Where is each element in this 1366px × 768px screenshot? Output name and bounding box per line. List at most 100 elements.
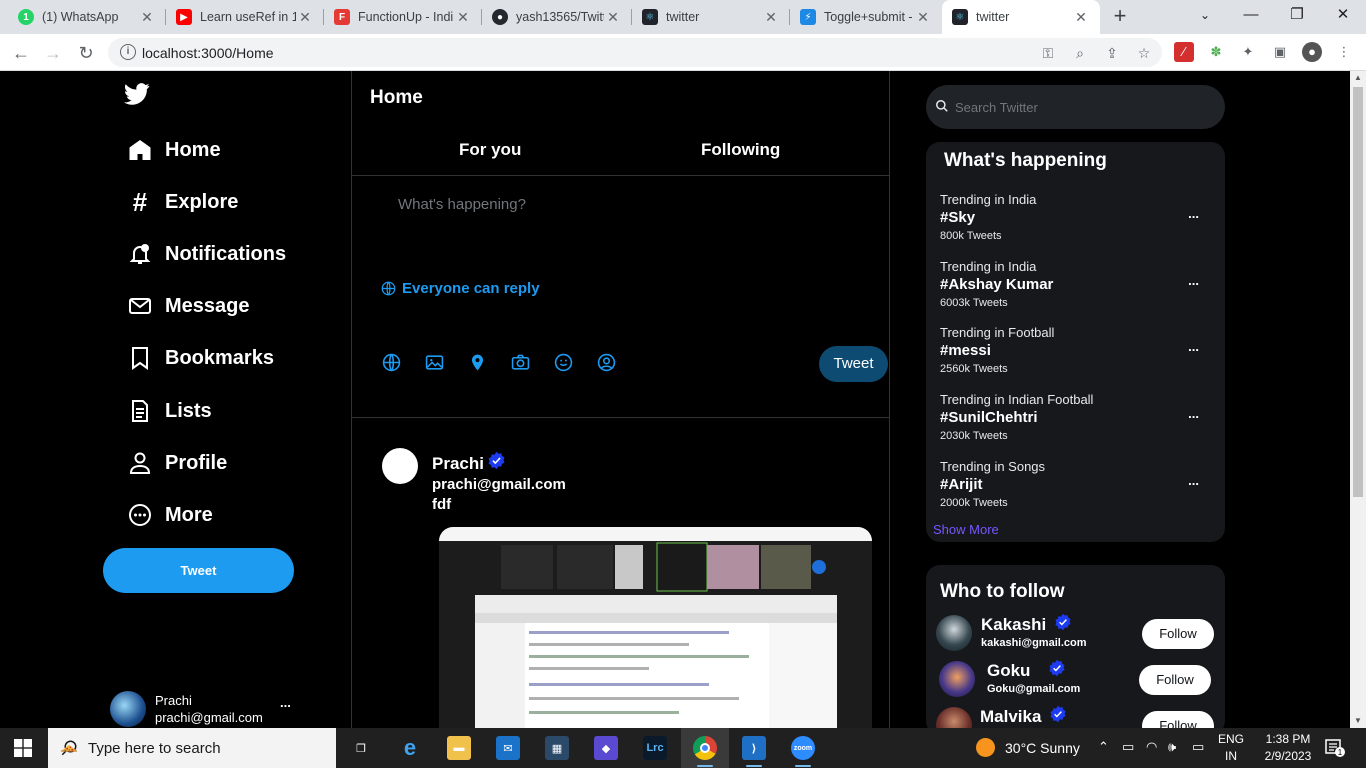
trend-item[interactable]: Trending in Indian Football #SunilChehtr… — [940, 392, 1215, 446]
sidebar-item-bookmarks[interactable]: Bookmarks — [128, 342, 274, 374]
volume-icon[interactable]: 🕪 — [1168, 739, 1176, 755]
back-icon[interactable]: ← — [8, 40, 34, 66]
close-icon[interactable]: ✕ — [296, 9, 314, 26]
sidebar-item-notifications[interactable]: Notifications — [128, 238, 286, 270]
suggestion-name[interactable]: Goku — [987, 659, 1066, 681]
tab-github[interactable]: ● yash13565/Twitte ✕ — [482, 0, 632, 34]
battery-icon[interactable]: ▭ — [1192, 739, 1204, 755]
side-panel-icon[interactable]: ▣ — [1270, 42, 1290, 62]
tab-twitter-active[interactable]: ⚛ twitter ✕ — [942, 0, 1100, 34]
site-info-icon[interactable]: i — [120, 44, 136, 60]
image-icon[interactable] — [424, 352, 444, 372]
close-icon[interactable]: ✕ — [138, 9, 156, 26]
tab-toggle-submit[interactable]: ⚡ Toggle+submit - ✕ — [790, 0, 942, 34]
new-tab-button[interactable]: + — [1108, 4, 1132, 30]
compose-tweet-button[interactable]: Tweet — [819, 346, 888, 382]
follow-button[interactable]: Follow — [1142, 711, 1214, 728]
sidebar-item-profile[interactable]: Profile — [128, 447, 227, 479]
more-icon[interactable]: ... — [1188, 273, 1199, 288]
store-icon[interactable]: ▦ — [545, 736, 569, 760]
more-icon[interactable]: ... — [1188, 206, 1199, 221]
tab-following[interactable]: Following — [701, 140, 780, 160]
tab-for-you[interactable]: For you — [459, 140, 521, 160]
input-language[interactable]: ENG IN — [1218, 731, 1244, 765]
trend-item[interactable]: Trending in India #Sky 800k Tweets ... — [940, 192, 1215, 246]
tab-functionup[interactable]: F FunctionUp - Indi ✕ — [324, 0, 482, 34]
close-window-button[interactable]: ✕ — [1320, 0, 1366, 30]
sidebar-item-home[interactable]: Home — [128, 134, 221, 166]
wifi-icon[interactable]: ◠ — [1146, 739, 1157, 755]
maximize-button[interactable]: ❐ — [1274, 0, 1320, 30]
url-text[interactable]: localhost:3000/Home — [142, 45, 274, 61]
reload-icon[interactable]: ↻ — [73, 40, 99, 66]
zoom-icon[interactable]: ⌕ — [1070, 43, 1090, 63]
sidebar-item-lists[interactable]: Lists — [128, 395, 212, 427]
reply-setting[interactable]: Everyone can reply — [381, 280, 540, 297]
search-input[interactable]: Search Twitter — [926, 85, 1225, 129]
windows-start-icon[interactable] — [14, 739, 32, 757]
user-circle-icon[interactable] — [596, 352, 616, 372]
profile-avatar-icon[interactable]: ● — [1302, 42, 1322, 62]
close-icon[interactable]: ✕ — [762, 9, 780, 26]
location-pin-icon[interactable] — [467, 352, 487, 372]
puzzle-icon[interactable]: ✦ — [1238, 42, 1258, 62]
sidebar-tweet-button[interactable]: Tweet — [103, 548, 294, 593]
compose-input[interactable]: What's happening? — [398, 196, 526, 213]
tab-youtube[interactable]: ▶ Learn useRef in 1 ✕ — [166, 0, 324, 34]
system-clock[interactable]: 1:38 PM 2/9/2023 — [1258, 731, 1318, 765]
post-image[interactable] — [439, 527, 872, 728]
scroll-down-icon[interactable]: ▼ — [1350, 714, 1366, 728]
chrome-icon[interactable] — [693, 736, 717, 760]
tab-twitter-1[interactable]: ⚛ twitter ✕ — [632, 0, 790, 34]
edge-icon[interactable]: e — [398, 735, 422, 760]
show-hidden-icons-icon[interactable]: ⌃ — [1098, 739, 1109, 755]
page-scrollbar[interactable]: ▲ ▼ — [1350, 71, 1366, 728]
sidebar-item-message[interactable]: Message — [128, 290, 250, 322]
pdf-extension-icon[interactable]: ⁄ — [1174, 42, 1194, 62]
globe-icon[interactable] — [381, 352, 401, 372]
show-more-link[interactable]: Show More — [933, 522, 999, 537]
zoom-app-icon[interactable]: zoom — [791, 736, 815, 760]
weather-widget[interactable]: 30°C Sunny — [976, 738, 1080, 757]
sidebar-item-explore[interactable]: # Explore — [128, 186, 239, 218]
lightroom-icon[interactable]: Lrc — [643, 736, 667, 760]
vscode-icon[interactable]: ⟩ — [742, 736, 766, 760]
task-view-icon[interactable]: ❐ — [349, 736, 373, 760]
more-icon[interactable]: ... — [1188, 339, 1199, 354]
notification-center-icon[interactable]: 1 — [1325, 739, 1345, 757]
close-icon[interactable]: ✕ — [1072, 9, 1090, 26]
device-icon[interactable]: ▭ — [1122, 739, 1134, 755]
scrollbar-thumb[interactable] — [1353, 87, 1363, 497]
mail-icon[interactable]: ✉ — [496, 736, 520, 760]
follow-button[interactable]: Follow — [1139, 665, 1211, 695]
emoji-icon[interactable] — [553, 352, 573, 372]
avatar[interactable] — [382, 448, 418, 484]
taskbar-search-input[interactable]: Type here to search — [48, 728, 336, 768]
menu-icon[interactable]: ⋮ — [1334, 42, 1354, 62]
forward-icon[interactable]: → — [40, 40, 66, 66]
tab-whatsapp[interactable]: 1 (1) WhatsApp ✕ — [8, 0, 166, 34]
file-explorer-icon[interactable]: ▬ — [447, 736, 471, 760]
suggestion-name[interactable]: Kakashi — [981, 613, 1072, 635]
trend-item[interactable]: Trending in Football #messi 2560k Tweets… — [940, 325, 1215, 379]
more-icon[interactable]: ... — [1188, 473, 1199, 488]
avatar[interactable] — [939, 661, 975, 697]
key-icon[interactable]: ⚿ — [1038, 43, 1058, 63]
share-icon[interactable]: ⇪ — [1102, 43, 1122, 63]
post-author[interactable]: Prachi — [432, 451, 506, 474]
camera-icon[interactable] — [510, 352, 530, 372]
suggestion-name[interactable]: Malvika — [980, 705, 1067, 727]
more-icon[interactable]: ... — [280, 695, 291, 710]
account-switcher[interactable]: Prachi prachi@gmail.com ... — [110, 691, 300, 727]
trend-item[interactable]: Trending in India #Akshay Kumar 6003k Tw… — [940, 259, 1215, 313]
scroll-up-icon[interactable]: ▲ — [1350, 71, 1366, 85]
close-icon[interactable]: ✕ — [454, 9, 472, 26]
avatar[interactable] — [936, 615, 972, 651]
avatar[interactable] — [936, 707, 972, 728]
close-icon[interactable]: ✕ — [604, 9, 622, 26]
close-icon[interactable]: ✕ — [914, 9, 932, 26]
clipchamp-icon[interactable]: ◆ — [594, 736, 618, 760]
sidebar-item-more[interactable]: More — [128, 499, 213, 531]
address-bar[interactable]: i localhost:3000/Home ⚿ ⌕ ⇪ ☆ — [108, 38, 1162, 67]
extension-icon[interactable]: ✽ — [1206, 42, 1226, 62]
